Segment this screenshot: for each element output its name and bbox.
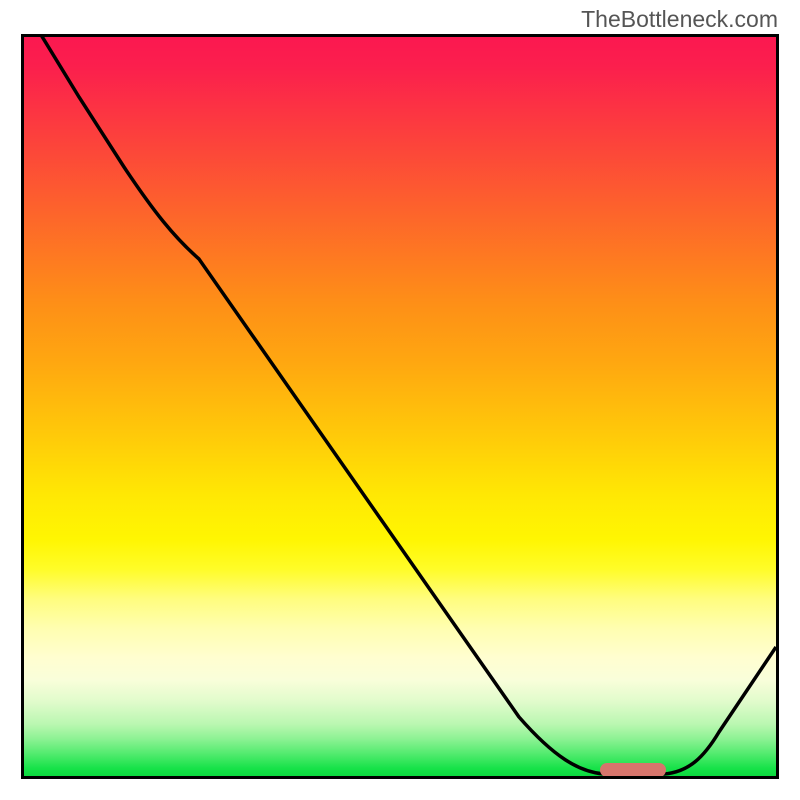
plot-area bbox=[21, 34, 779, 779]
chart-container: TheBottleneck.com bbox=[0, 0, 800, 800]
optimal-marker bbox=[600, 763, 666, 776]
attribution-text: TheBottleneck.com bbox=[581, 6, 778, 33]
chart-svg bbox=[24, 37, 776, 776]
bottleneck-curve bbox=[24, 37, 776, 774]
